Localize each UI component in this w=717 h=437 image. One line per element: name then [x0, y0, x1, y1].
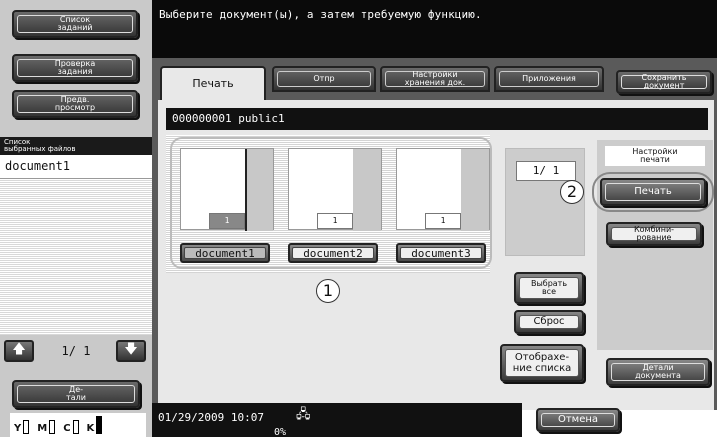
toner-c: C [63, 420, 79, 434]
toner-bar-icon [23, 420, 30, 434]
document-button-2[interactable]: document2 [288, 243, 378, 263]
tab-print[interactable]: Печать [160, 66, 266, 100]
document-details-button[interactable]: Детали документа [606, 358, 710, 386]
toner-y: Y [14, 420, 30, 434]
tab-storage-settings[interactable]: Настройки хранения док. [380, 66, 490, 92]
print-settings-label: Настройки печати [605, 146, 705, 166]
list-item[interactable]: document1 [0, 155, 152, 179]
callout-one: 1 [316, 279, 340, 303]
arrow-up-icon: 🡅 [12, 342, 26, 357]
date-time: 01/29/2009 10:07 [158, 411, 264, 424]
document-thumbnail[interactable]: 1 [180, 148, 274, 231]
selected-files-list [0, 155, 152, 335]
page-down-button[interactable]: 🡇 [116, 340, 146, 362]
reset-button[interactable]: Сброс [514, 310, 584, 334]
show-list-button[interactable]: Отобрахе- ние списка [500, 344, 584, 382]
arrow-down-icon: 🡇 [124, 342, 138, 357]
page-count: 1 [209, 213, 245, 229]
instruction-message: Выберите документ(ы), а затем требуемую … [159, 8, 482, 21]
document-thumbnail[interactable]: 1 [288, 148, 382, 231]
document-thumbnail[interactable]: 1 [396, 148, 490, 231]
document-button-3[interactable]: document3 [396, 243, 486, 263]
sidebar-page-indicator: 1/ 1 [61, 344, 91, 358]
toner-k: K [87, 416, 103, 434]
page-count: 1 [425, 213, 461, 229]
tab-applications[interactable]: Приложения [494, 66, 604, 92]
toner-bar-icon [49, 420, 56, 434]
page-counter: 1/ 1 [516, 161, 576, 181]
toner-levels: Y M C K [10, 413, 146, 437]
check-job-button[interactable]: Проверка задания [12, 54, 138, 82]
callout-two: 2 [560, 180, 584, 204]
status-bar: 01/29/2009 10:07 🖧 0% [152, 403, 522, 437]
network-icon: 🖧 [296, 407, 311, 422]
cancel-button[interactable]: Отмена [536, 408, 620, 432]
job-list-button[interactable]: Список заданий [12, 10, 138, 38]
box-path: 000000001 public1 [166, 108, 708, 130]
preview-button[interactable]: Предв. просмотр [12, 90, 138, 118]
page-count: 1 [317, 213, 353, 229]
memory-percent: 0% [274, 427, 287, 437]
page-shade [245, 149, 273, 231]
document-button-1[interactable]: document1 [180, 243, 270, 263]
toner-m: M [37, 420, 56, 434]
tab-send[interactable]: Отпр [272, 66, 376, 92]
details-button[interactable]: Де- тали [12, 380, 140, 408]
select-all-button[interactable]: Выбрать все [514, 272, 584, 304]
toner-bar-icon [96, 416, 103, 434]
page-shade [353, 149, 381, 231]
page-shade [461, 149, 489, 231]
page-up-button[interactable]: 🡅 [4, 340, 34, 362]
selected-files-header: Список выбранных файлов [0, 137, 152, 155]
combine-button[interactable]: Комбини- рование [606, 222, 702, 246]
print-button[interactable]: Печать [600, 178, 706, 206]
save-document-button[interactable]: Сохранить документ [616, 70, 712, 94]
sidebar-page-control: 🡅 1/ 1 🡇 [4, 340, 150, 366]
message-bar: Выберите документ(ы), а затем требуемую … [152, 0, 717, 58]
toner-bar-icon [72, 420, 79, 434]
